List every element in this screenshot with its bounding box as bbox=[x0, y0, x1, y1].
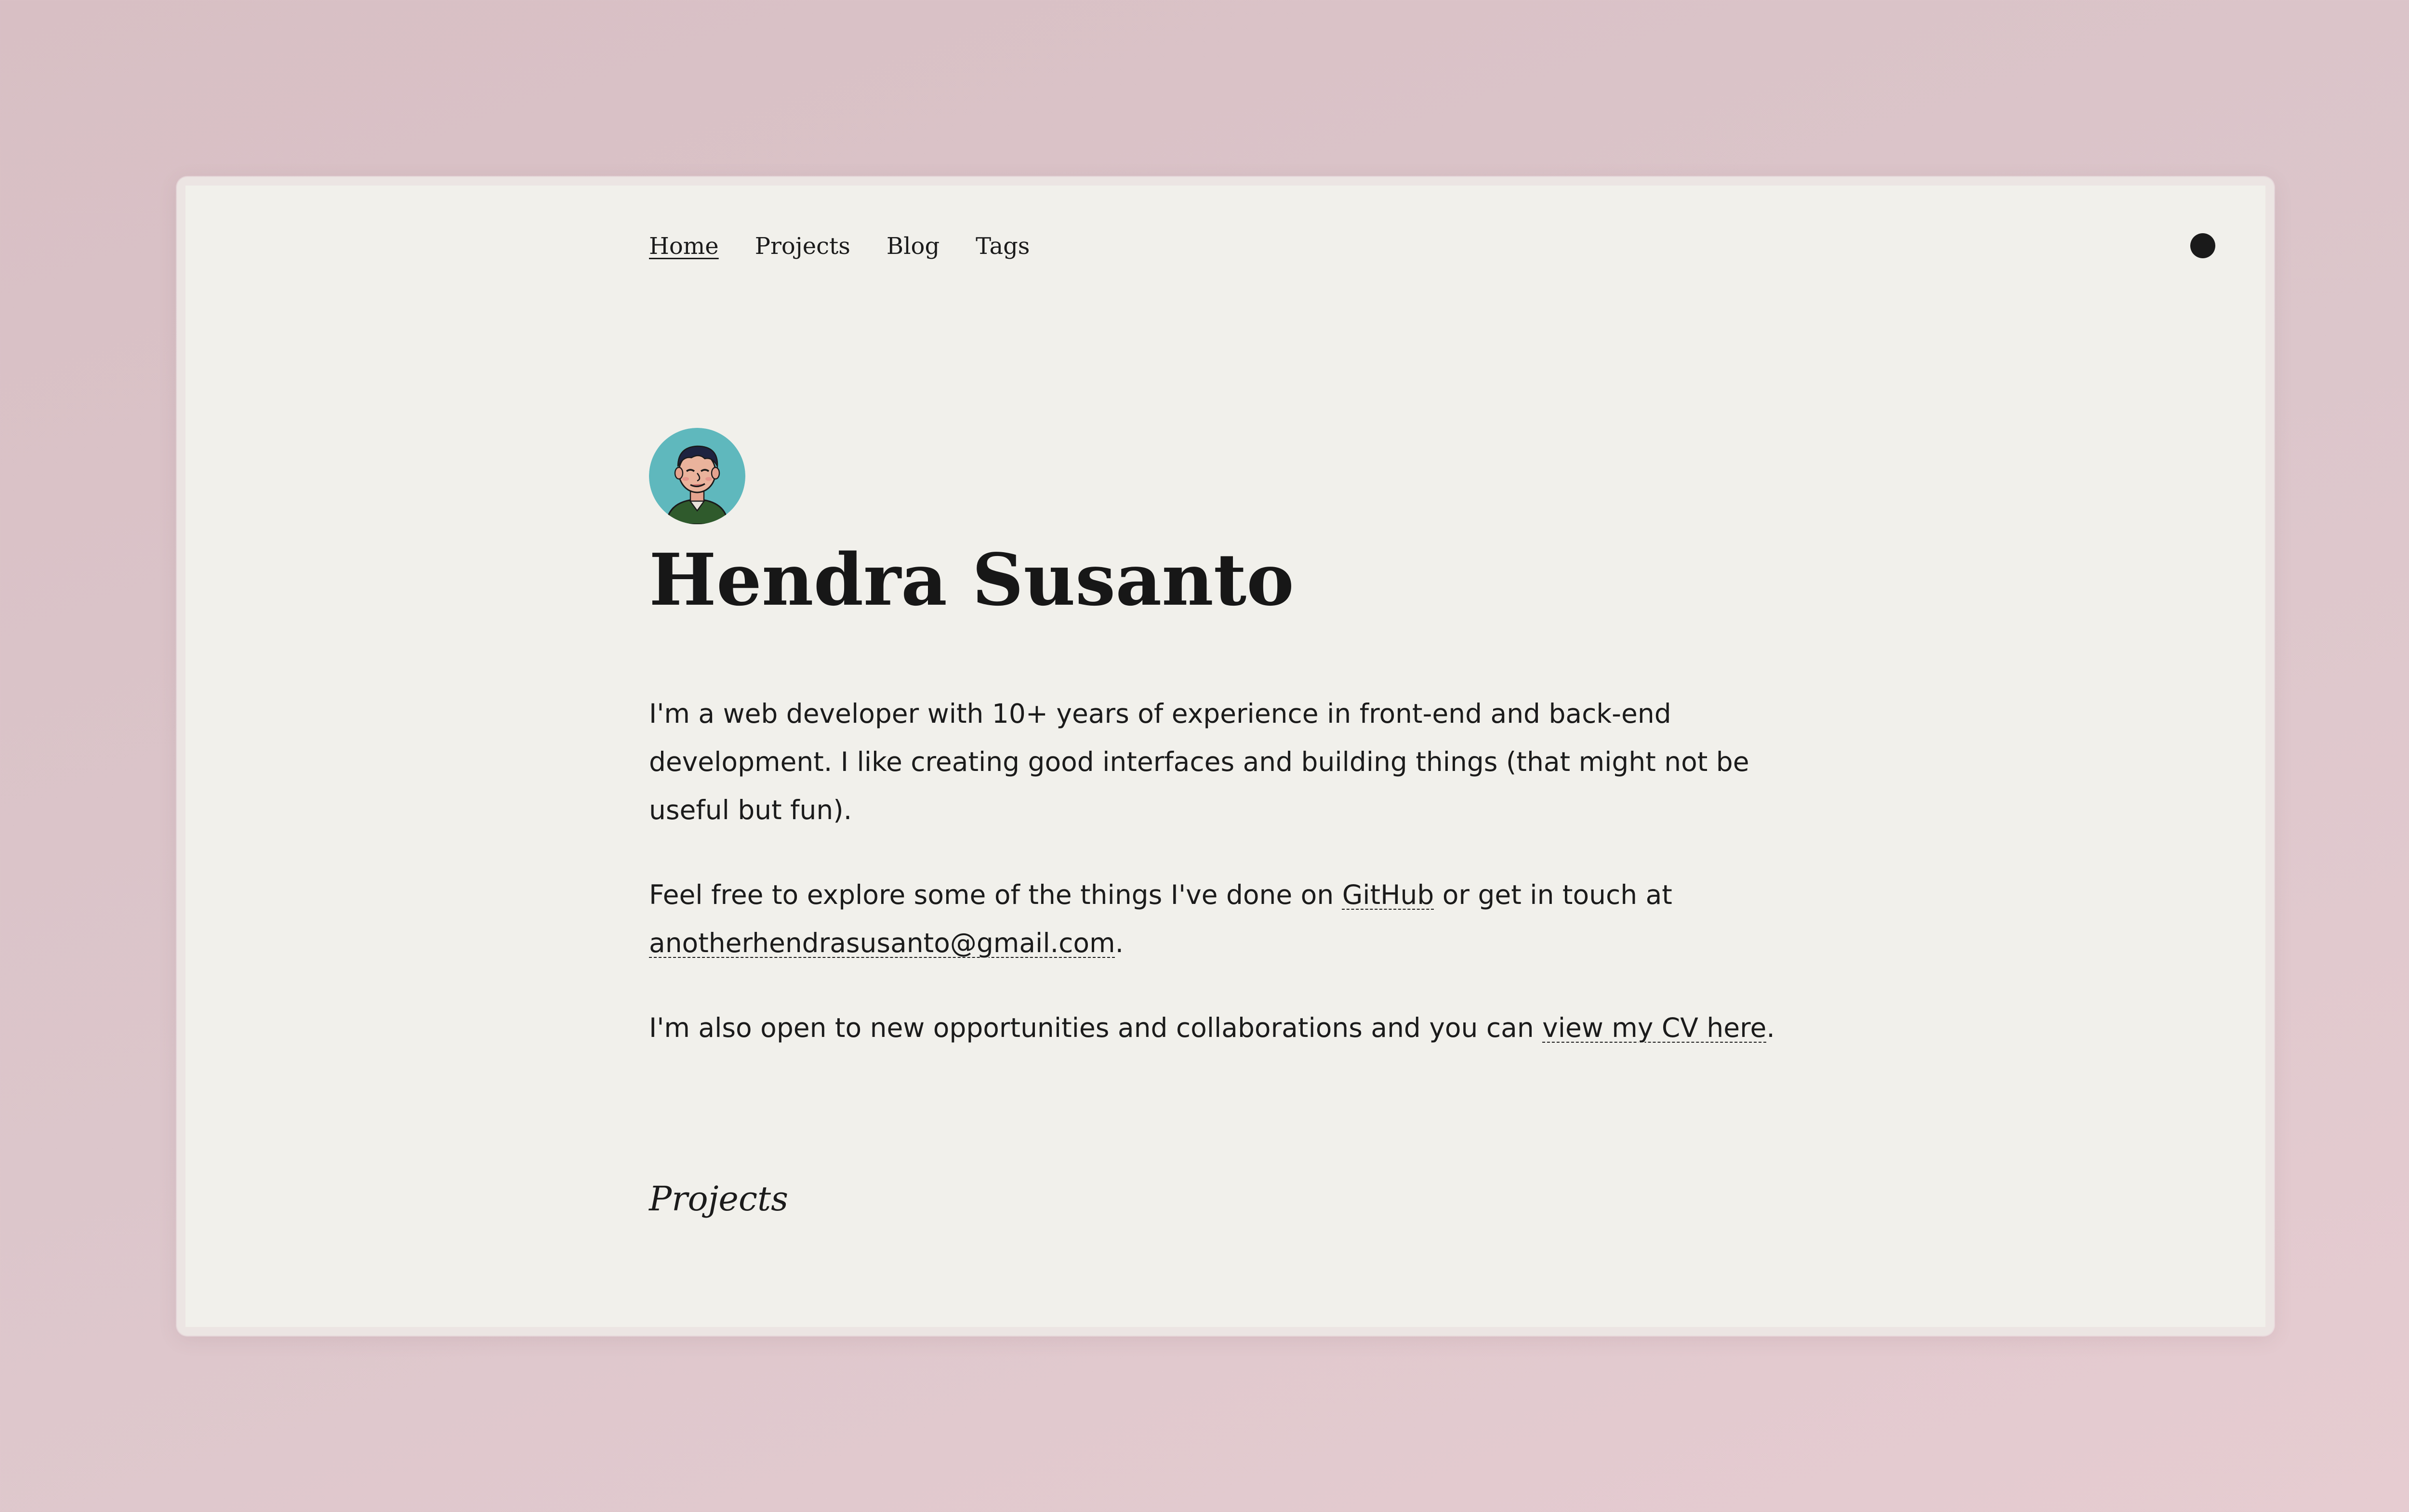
nav-home-link[interactable]: Home bbox=[649, 233, 719, 260]
nav-projects-link[interactable]: Projects bbox=[755, 233, 850, 260]
bio-text: . bbox=[1115, 928, 1124, 958]
theme-toggle-button[interactable] bbox=[2190, 233, 2215, 258]
nav-tags-link[interactable]: Tags bbox=[976, 233, 1030, 260]
avatar-illustration-icon bbox=[649, 428, 745, 524]
main-nav: Home Projects Blog Tags bbox=[649, 233, 1030, 260]
bio-paragraph-2: Feel free to explore some of the things … bbox=[649, 871, 1796, 967]
github-link[interactable]: GitHub bbox=[1342, 879, 1434, 910]
page-content: Home Projects Blog Tags Hendra Susanto I… bbox=[185, 186, 2265, 1327]
browser-window: Home Projects Blog Tags Hendra Susanto I… bbox=[177, 177, 2274, 1336]
bio-text: . bbox=[1766, 1012, 1775, 1043]
cv-link[interactable]: view my CV here bbox=[1542, 1012, 1766, 1043]
bio-paragraph-3: I'm also open to new opportunities and c… bbox=[649, 1004, 1796, 1052]
page-title: Hendra Susanto bbox=[649, 538, 1294, 622]
bio-paragraph-1: I'm a web developer with 10+ years of ex… bbox=[649, 698, 1749, 825]
bio-text: I'm also open to new opportunities and c… bbox=[649, 1012, 1543, 1043]
bio-text: Feel free to explore some of the things … bbox=[649, 879, 1342, 910]
avatar bbox=[649, 428, 745, 524]
page-surface: Home Projects Blog Tags Hendra Susanto I… bbox=[185, 186, 2265, 1327]
email-link[interactable]: anotherhendrasusanto@gmail.com bbox=[649, 928, 1115, 958]
bio-section: I'm a web developer with 10+ years of ex… bbox=[649, 690, 1796, 1088]
projects-section-title: Projects bbox=[649, 1179, 789, 1219]
nav-blog-link[interactable]: Blog bbox=[887, 233, 940, 260]
bio-text: or get in touch at bbox=[1434, 879, 1672, 910]
